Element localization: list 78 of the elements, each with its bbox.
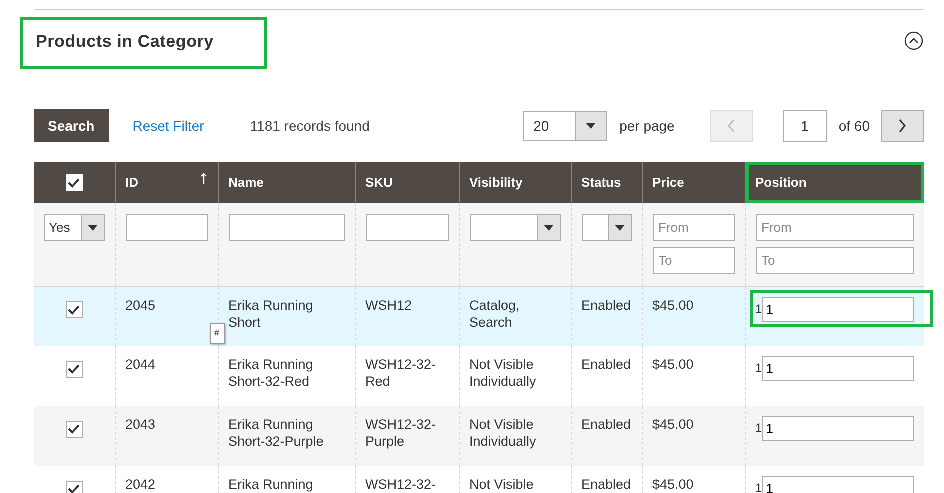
table-cell: Enabled xyxy=(582,417,632,432)
checkmark-icon xyxy=(68,424,80,434)
table-cell: 2044 xyxy=(126,357,156,372)
caret-icon xyxy=(88,224,98,230)
table-cell: Erika Running Short-32-Purple xyxy=(228,417,324,449)
to-field[interactable]: To xyxy=(756,247,914,274)
select-all-checkbox[interactable] xyxy=(66,174,83,192)
position-field[interactable]: 1 xyxy=(762,356,914,381)
row-checkbox[interactable] xyxy=(66,301,83,318)
row-checkbox[interactable] xyxy=(66,360,83,378)
checkmark-icon xyxy=(68,364,80,374)
chevron-right-icon xyxy=(898,118,907,132)
reset-filter-link[interactable]: Reset Filter xyxy=(132,118,204,134)
table-cell: Erika Running Short xyxy=(228,298,314,330)
from-field[interactable]: From xyxy=(652,214,734,241)
table-cell: Enabled xyxy=(582,357,632,372)
table-cell: Enabled xyxy=(582,298,632,312)
caret-icon xyxy=(544,224,554,230)
filter-select[interactable] xyxy=(582,214,632,241)
table-row[interactable]: 2042 Erika Running WSH12-32- Not Visible Enabled $45.00 1 1 xyxy=(34,466,924,493)
search-button[interactable]: Search xyxy=(34,109,109,142)
table-cell: 2045 xyxy=(126,298,156,312)
table-cell: Catalog, Search xyxy=(470,298,520,330)
column-header[interactable]: ID xyxy=(115,162,218,203)
sort-arrow-icon xyxy=(200,173,208,185)
row-checkbox[interactable] xyxy=(66,420,83,438)
position-value: 1 xyxy=(756,420,762,437)
drag-tooltip: # xyxy=(210,322,225,344)
table-cell: 2042 xyxy=(126,477,156,492)
column-header[interactable]: Price xyxy=(642,162,745,203)
filter-select[interactable]: Yes xyxy=(44,214,104,241)
to-field[interactable]: To xyxy=(652,247,734,274)
position-field[interactable]: 1 xyxy=(762,416,914,441)
position-value: 1 xyxy=(756,360,762,377)
from-field[interactable]: From xyxy=(756,214,914,241)
table-row[interactable]: 2044 Erika Running Short-32-Red WSH12-32-Red Not Visible Individually Enabled $45.00 1 1 xyxy=(34,346,924,406)
table-cell: WSH12-32- xyxy=(366,477,436,492)
caret-icon xyxy=(614,224,624,230)
position-field[interactable]: 1 xyxy=(762,296,914,322)
position-value: 1 xyxy=(756,480,762,493)
table-row[interactable]: 2045 Erika Running Short # WSH12 Catalog, Search Enabled $45.00 1 1 xyxy=(34,286,924,346)
table-cell: WSH12 xyxy=(366,298,412,312)
section-title: Products in Category xyxy=(36,32,214,52)
column-header[interactable]: Visibility xyxy=(459,162,571,203)
table-cell: WSH12-32-Red xyxy=(366,357,436,389)
records-count: 1181 records found xyxy=(250,118,370,134)
page-number-field[interactable]: 1 xyxy=(782,110,827,142)
table-cell: WSH12-32-Purple xyxy=(366,417,436,449)
filter-field[interactable] xyxy=(366,214,448,241)
column-header[interactable]: Position xyxy=(745,162,924,203)
table-cell: Not Visible Individually xyxy=(470,417,536,449)
collapse-toggle-icon[interactable] xyxy=(904,31,924,51)
column-header[interactable]: SKU xyxy=(355,162,459,203)
caret-icon xyxy=(586,122,596,128)
checkmark-icon xyxy=(68,304,80,315)
table-cell: Erika Running xyxy=(228,477,314,492)
table-cell: Not Visible xyxy=(470,477,534,492)
position-value: 1 xyxy=(756,300,762,318)
table-cell: Not Visible Individually xyxy=(470,357,536,389)
table-cell: Enabled xyxy=(582,477,632,492)
per-page-label: per page xyxy=(620,118,675,134)
table-cell: $45.00 xyxy=(652,477,694,492)
page-total: of 60 xyxy=(838,118,870,134)
table-cell: $45.00 xyxy=(652,357,694,372)
chevron-left-icon xyxy=(726,118,736,132)
table-cell: $45.00 xyxy=(652,298,694,312)
table-cell: Erika Running Short-32-Red xyxy=(228,357,314,389)
table-cell: $45.00 xyxy=(652,417,694,432)
row-checkbox[interactable] xyxy=(66,480,83,493)
filter-field[interactable] xyxy=(126,214,208,241)
column-header[interactable]: Status xyxy=(571,162,642,203)
table-row[interactable]: 2043 Erika Running Short-32-Purple WSH12-32-Purple Not Visible Individually Enabled $45.00 1 1 xyxy=(34,406,924,466)
per-page-select[interactable]: 20 xyxy=(522,110,607,140)
filter-field[interactable] xyxy=(228,214,344,241)
column-header[interactable]: Name xyxy=(218,162,355,203)
table-cell: 2043 xyxy=(126,417,156,432)
position-field[interactable]: 1 xyxy=(762,476,914,493)
checkmark-icon xyxy=(68,484,80,493)
